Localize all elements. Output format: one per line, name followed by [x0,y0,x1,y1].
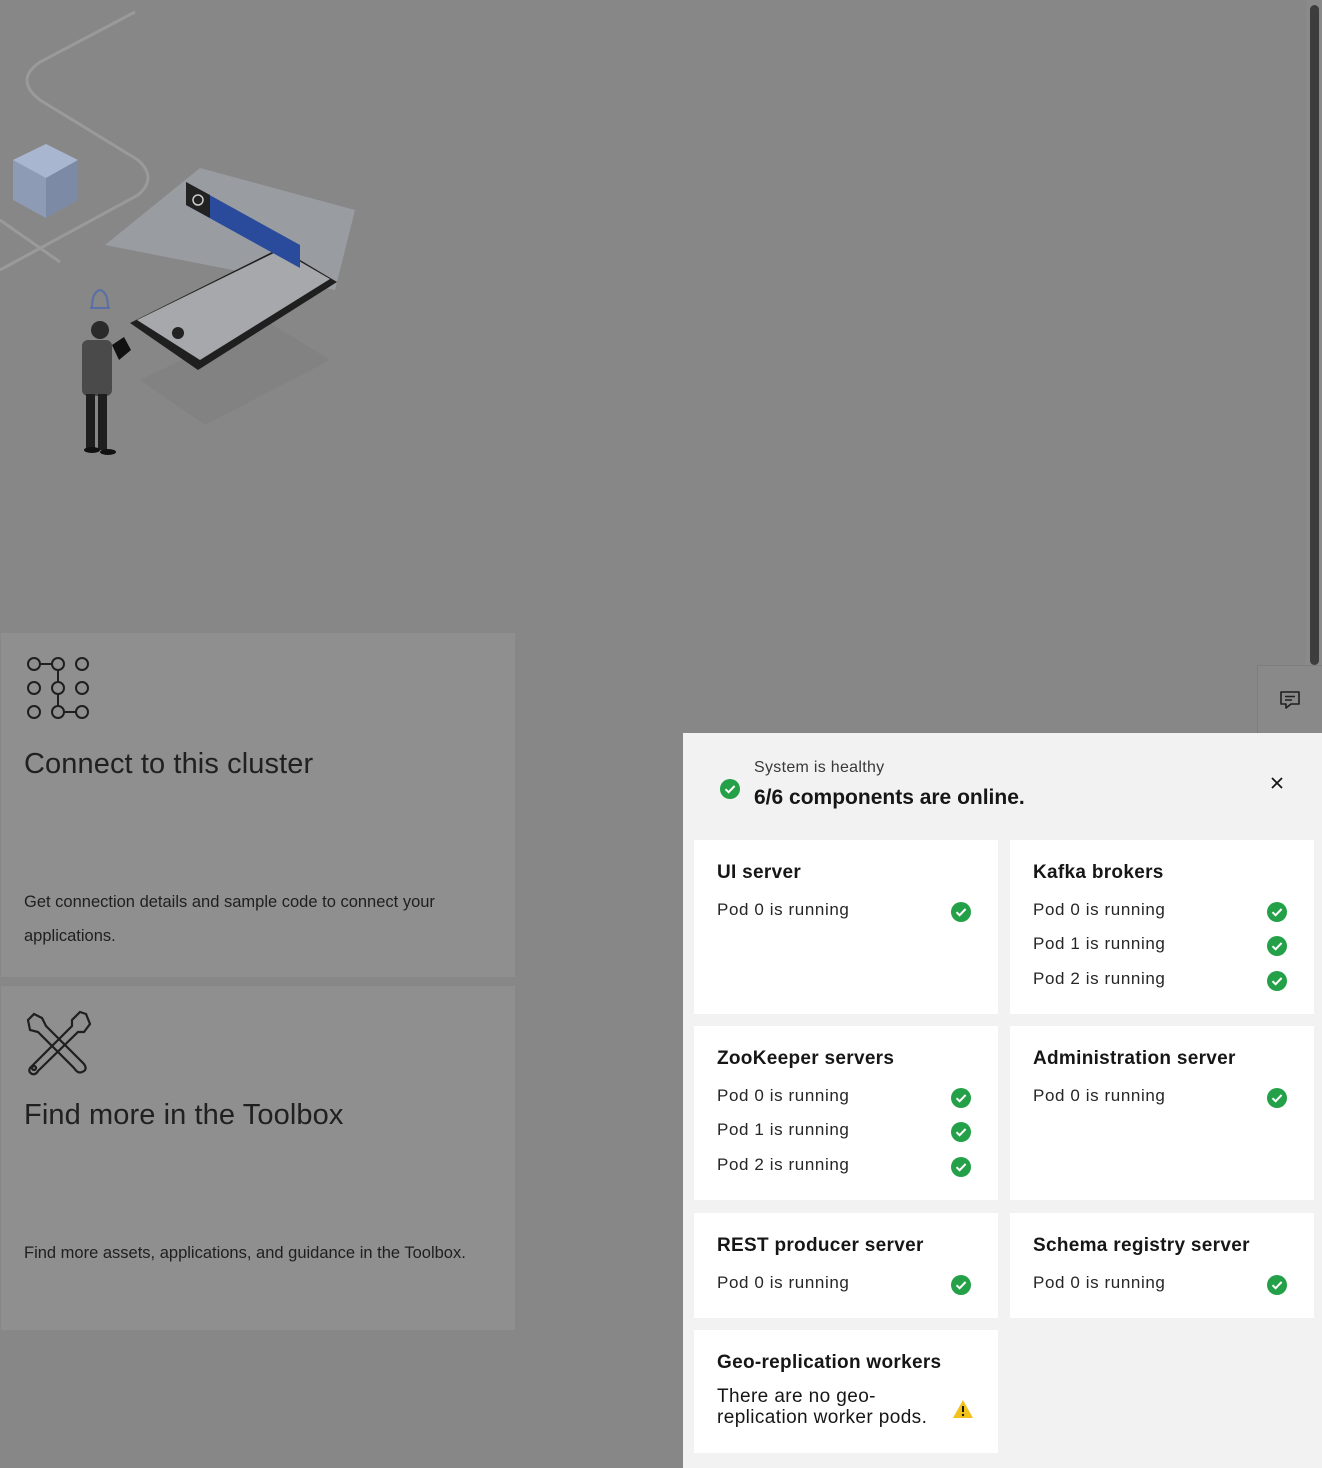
pod-row: Pod 0 is running [1033,1273,1289,1297]
success-icon [1267,902,1287,922]
hero-illustration [0,10,355,455]
component-card-zookeeper-servers: ZooKeeper servers Pod 0 is running Pod 1… [694,1026,998,1200]
toolbox-tile[interactable]: Find more in the Toolbox Find more asset… [1,986,515,1330]
component-card-rest-producer-server: REST producer server Pod 0 is running [694,1213,998,1318]
toolbox-tile-description: Find more assets, applications, and guid… [24,1244,466,1262]
component-title: Schema registry server [1033,1235,1250,1256]
pod-status-text: Pod 0 is running [1033,1086,1166,1105]
component-card-geo-replication-workers: Geo-replication workers There are no geo… [694,1330,998,1453]
chat-icon [1280,690,1300,709]
component-title: ZooKeeper servers [717,1048,895,1069]
component-title: Geo-replication workers [717,1352,942,1373]
person-figure [82,321,131,455]
success-icon [720,779,740,799]
pod-row: Pod 1 is running [717,1120,973,1144]
page-scrollbar[interactable] [1306,0,1322,665]
scrollbar-thumb[interactable] [1310,5,1319,665]
component-card-administration-server: Administration server Pod 0 is running [1010,1026,1314,1200]
pod-status-text: Pod 1 is running [1033,934,1166,953]
system-health-panel: System is healthy 6/6 components are onl… [683,733,1322,1468]
success-icon [951,902,971,922]
toolbox-tile-title: Find more in the Toolbox [24,1099,344,1131]
connect-cluster-tile[interactable]: Connect to this cluster Get connection d… [1,633,515,977]
pod-row: Pod 2 is running [717,1155,973,1179]
panel-title: 6/6 components are online. [754,786,1025,809]
tools-icon [26,1010,92,1076]
pod-status-text: Pod 0 is running [1033,1273,1166,1292]
connection-icon [27,657,89,719]
success-icon [951,1275,971,1295]
panel-subtitle: System is healthy [754,759,885,776]
success-icon [1267,1088,1287,1108]
component-card-ui-server: UI server Pod 0 is running [694,840,998,1014]
component-title: REST producer server [717,1235,924,1256]
connect-tile-description: Get connection details and sample code t… [24,893,435,945]
pod-row: Pod 0 is running [1033,1086,1289,1110]
pod-status-text: Pod 0 is running [717,900,850,919]
pod-row: Pod 0 is running [717,1086,973,1110]
component-card-schema-registry-server: Schema registry server Pod 0 is running [1010,1213,1314,1318]
pod-row: Pod 2 is running [1033,969,1289,993]
success-icon [951,1088,971,1108]
success-icon [951,1157,971,1177]
pod-status-text: Pod 1 is running [717,1120,850,1139]
pod-status-text: Pod 0 is running [717,1273,850,1292]
success-icon [1267,971,1287,991]
bell-icon [90,288,110,309]
pod-row: Pod 0 is running [717,900,973,924]
success-icon [951,1122,971,1142]
close-icon [1271,777,1283,789]
pod-status-text: Pod 0 is running [1033,900,1166,919]
component-card-kafka-brokers: Kafka brokers Pod 0 is running Pod 1 is … [1010,840,1314,1014]
pod-status-text: Pod 2 is running [1033,969,1166,988]
success-icon [1267,936,1287,956]
pod-row: Pod 0 is running [717,1273,973,1297]
pod-row: Pod 1 is running [1033,934,1289,958]
pod-row: Pod 0 is running [1033,900,1289,924]
pod-status-text: Pod 2 is running [717,1155,850,1174]
connect-tile-title: Connect to this cluster [24,748,314,780]
panel-header: System is healthy 6/6 components are onl… [683,733,1322,841]
component-title: Administration server [1033,1048,1236,1069]
close-button[interactable] [1261,767,1293,799]
component-title: Kafka brokers [1033,862,1164,883]
warning-text: There are no geo-replication worker pods… [717,1386,928,1428]
warning-icon [953,1400,973,1418]
success-icon [1267,1275,1287,1295]
component-title: UI server [717,862,802,883]
feedback-button[interactable] [1257,665,1322,733]
pod-status-text: Pod 0 is running [717,1086,850,1105]
